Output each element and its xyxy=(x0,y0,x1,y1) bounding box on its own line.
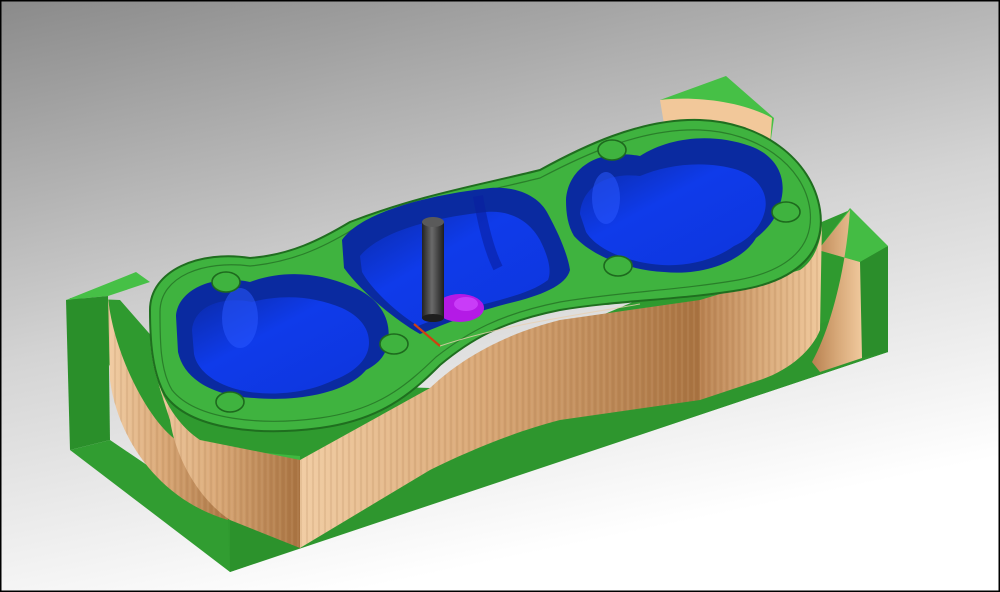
hole-mid-left[interactable] xyxy=(379,333,409,355)
hole-top-right[interactable] xyxy=(597,139,627,161)
hole-mid-right[interactable] xyxy=(603,255,633,277)
stock-left-front xyxy=(66,296,110,450)
stock-right-front xyxy=(860,246,888,358)
tool-shank xyxy=(422,222,444,318)
tool-shank-top xyxy=(422,217,444,227)
cam-simulation-viewport[interactable] xyxy=(0,0,1000,592)
hole-top-left[interactable] xyxy=(211,271,241,293)
right-pocket-highlight xyxy=(592,172,620,224)
simulation-canvas[interactable] xyxy=(0,0,1000,592)
hole-right[interactable] xyxy=(771,201,801,223)
tool-tip-highlight xyxy=(454,297,478,311)
hole-bottom-left[interactable] xyxy=(215,391,245,413)
tool-shank-bottom xyxy=(422,314,444,322)
left-pocket-highlight xyxy=(222,288,258,348)
